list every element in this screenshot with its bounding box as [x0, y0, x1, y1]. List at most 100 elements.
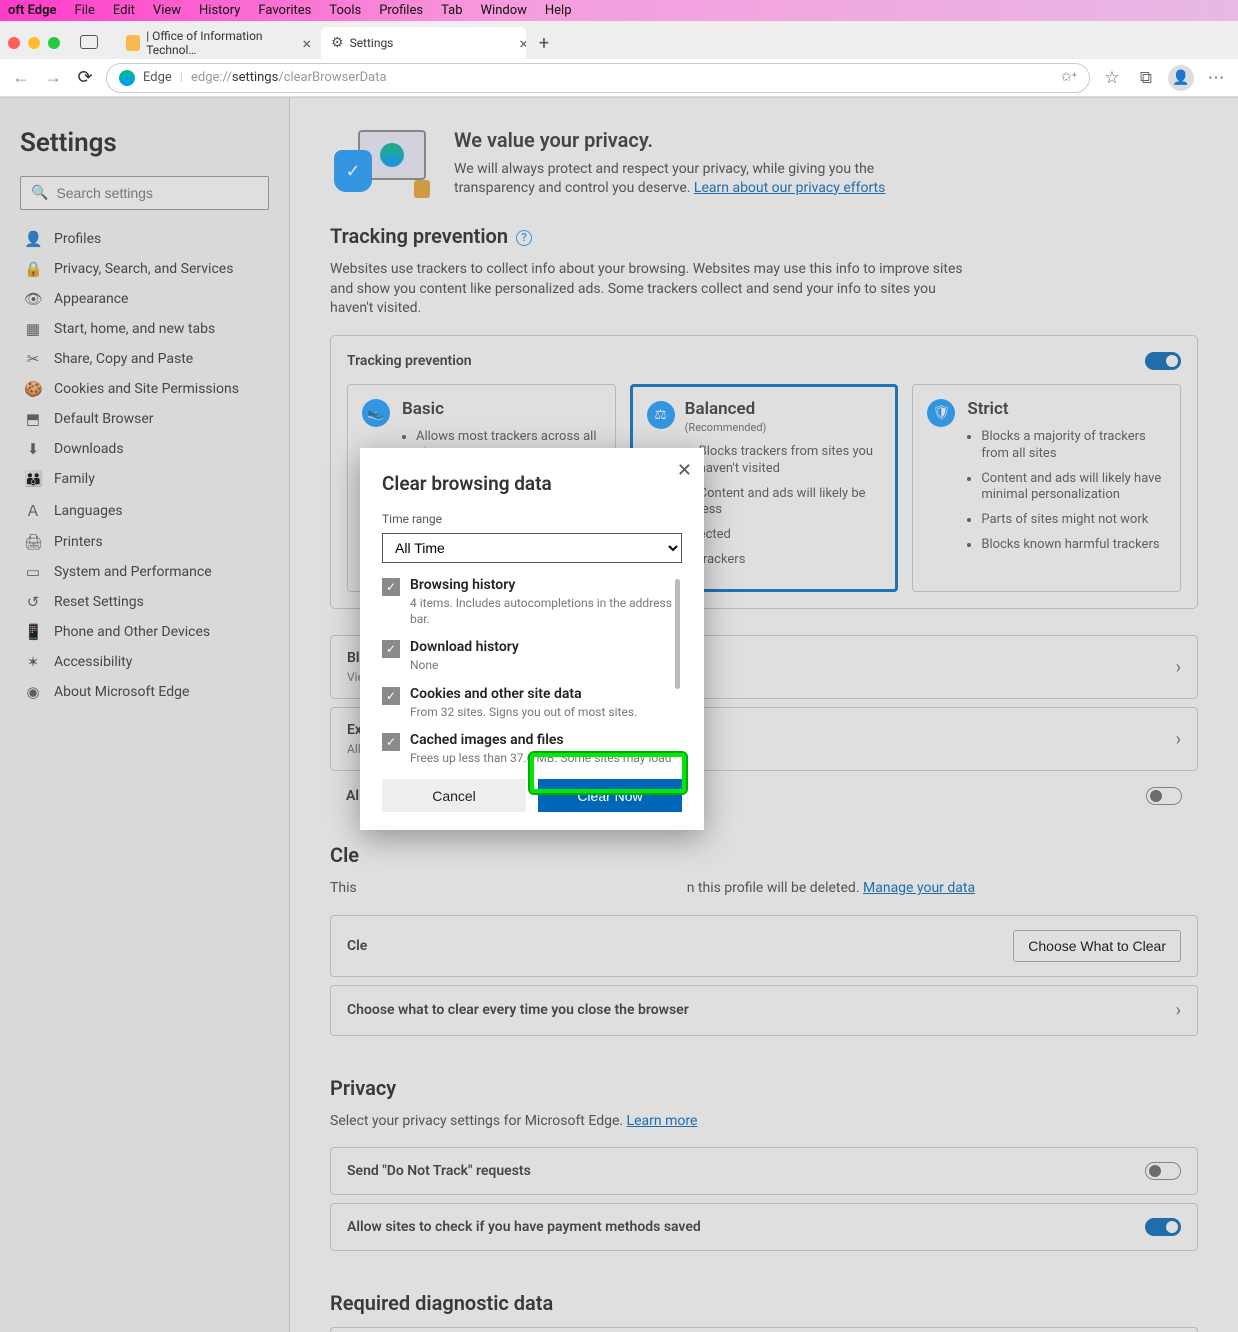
- clear-item-0[interactable]: ✓Browsing history4 items. Includes autoc…: [382, 577, 672, 627]
- dialog-close-icon[interactable]: ✕: [677, 460, 692, 481]
- dnt-toggle[interactable]: [1145, 1162, 1181, 1180]
- checkbox-icon[interactable]: ✓: [382, 578, 400, 596]
- sidebar-item-7[interactable]: ⬇Downloads: [20, 434, 269, 464]
- manage-data-link[interactable]: Manage your data: [863, 880, 975, 896]
- favorites-icon[interactable]: ☆: [1100, 68, 1124, 88]
- privacy-desc: Select your privacy settings for Microso…: [330, 1112, 980, 1132]
- privacy-learn-link[interactable]: Learn more: [627, 1113, 698, 1129]
- tab-title: Settings: [350, 36, 394, 50]
- profile-avatar[interactable]: 👤: [1168, 65, 1194, 91]
- menu-window[interactable]: Window: [481, 3, 527, 18]
- page: Settings 🔍 👤Profiles🔒Privacy, Search, an…: [0, 98, 1238, 1332]
- sidebar-title: Settings: [20, 128, 269, 158]
- tp-toggle[interactable]: [1145, 352, 1181, 370]
- clear-heading: Cle: [330, 843, 1198, 867]
- new-tab-button[interactable]: +: [530, 29, 558, 57]
- tab-close-icon[interactable]: ×: [519, 34, 526, 53]
- always-strict-toggle[interactable]: [1146, 787, 1182, 805]
- sidebar-label: Share, Copy and Paste: [54, 351, 193, 367]
- clear-item-3[interactable]: ✓Cached images and filesFrees up less th…: [382, 732, 672, 767]
- hero-art-icon: ✓: [334, 128, 430, 198]
- menu-view[interactable]: View: [153, 3, 181, 18]
- cancel-button[interactable]: Cancel: [382, 779, 526, 812]
- settings-sidebar: Settings 🔍 👤Profiles🔒Privacy, Search, an…: [0, 98, 290, 1332]
- tp-card-strict[interactable]: 🛡StrictBlocks a majority of trackers fro…: [912, 384, 1181, 592]
- menu-file[interactable]: File: [75, 3, 95, 18]
- search-input[interactable]: [56, 185, 258, 201]
- sidebar-item-3[interactable]: ▦Start, home, and new tabs: [20, 314, 269, 344]
- dialog-title: Clear browsing data: [382, 472, 682, 495]
- tracking-heading: Tracking prevention?: [330, 224, 1198, 248]
- checkbox-icon[interactable]: ✓: [382, 640, 400, 658]
- sidebar-item-15[interactable]: ◉About Microsoft Edge: [20, 677, 269, 707]
- sidebar-item-2[interactable]: 👁Appearance: [20, 284, 269, 314]
- time-range-label: Time range: [382, 512, 442, 526]
- tab-actions-icon[interactable]: [80, 35, 98, 49]
- chevron-right-icon: ›: [1176, 1000, 1181, 1021]
- sidebar-item-8[interactable]: 👪Family: [20, 464, 269, 494]
- menu-tools[interactable]: Tools: [329, 3, 361, 18]
- tracking-desc: Websites use trackers to collect info ab…: [330, 260, 980, 319]
- clear-data-dialog: ✕ Clear browsing data Time range All Tim…: [360, 448, 704, 830]
- sidebar-item-13[interactable]: 📱Phone and Other Devices: [20, 617, 269, 647]
- payment-row: Allow sites to check if you have payment…: [330, 1203, 1198, 1251]
- sidebar-label: Languages: [54, 503, 123, 519]
- back-button[interactable]: ←: [10, 67, 32, 88]
- sidebar-item-5[interactable]: 🍪Cookies and Site Permissions: [20, 374, 269, 404]
- sidebar-item-11[interactable]: ▭System and Performance: [20, 557, 269, 587]
- menu-tab[interactable]: Tab: [441, 3, 462, 18]
- sidebar-search[interactable]: 🔍: [20, 176, 269, 210]
- time-range-select[interactable]: All Time: [382, 533, 682, 563]
- window-min-icon[interactable]: [28, 37, 40, 49]
- sidebar-icon: 🔒: [24, 260, 42, 278]
- reload-button[interactable]: ⟳: [74, 67, 96, 88]
- clear-desc: Thisn this profile will be deleted. Mana…: [330, 879, 1198, 899]
- clear-item-1[interactable]: ✓Download historyNone: [382, 639, 672, 674]
- sidebar-item-14[interactable]: ✶Accessibility: [20, 647, 269, 677]
- clear-now-button[interactable]: Clear Now: [538, 779, 682, 812]
- checkbox-icon[interactable]: ✓: [382, 733, 400, 751]
- sidebar-item-1[interactable]: 🔒Privacy, Search, and Services: [20, 254, 269, 284]
- info-icon[interactable]: ?: [516, 230, 532, 246]
- forward-button[interactable]: →: [42, 67, 64, 88]
- sidebar-label: Default Browser: [54, 411, 154, 427]
- tab-title: | Office of Information Technol…: [146, 29, 296, 57]
- menu-profiles[interactable]: Profiles: [379, 3, 423, 18]
- window-max-icon[interactable]: [48, 37, 60, 49]
- sidebar-icon: ⬒: [24, 410, 42, 428]
- sidebar-item-9[interactable]: ＡLanguages: [20, 494, 269, 527]
- sidebar-label: Appearance: [54, 291, 128, 307]
- hero-link[interactable]: Learn about our privacy efforts: [694, 180, 885, 196]
- sidebar-item-4[interactable]: ✂Share, Copy and Paste: [20, 344, 269, 374]
- clear-item-2[interactable]: ✓Cookies and other site dataFrom 32 site…: [382, 686, 672, 721]
- bookmark-add-icon[interactable]: ✩⁺: [1061, 70, 1077, 85]
- menu-help[interactable]: Help: [545, 3, 572, 18]
- menu-favorites[interactable]: Favorites: [258, 3, 311, 18]
- privacy-hero: ✓ We value your privacy. We will always …: [334, 128, 1198, 198]
- sidebar-item-10[interactable]: 🖨Printers: [20, 527, 269, 557]
- payment-toggle[interactable]: [1145, 1218, 1181, 1236]
- tab-inactive[interactable]: | Office of Information Technol… ×: [116, 27, 321, 59]
- collections-icon[interactable]: ⧉: [1134, 68, 1158, 88]
- tab-close-icon[interactable]: ×: [302, 34, 311, 53]
- sidebar-item-0[interactable]: 👤Profiles: [20, 224, 269, 254]
- window-close-icon[interactable]: [8, 37, 20, 49]
- more-icon[interactable]: ⋯: [1204, 68, 1228, 88]
- chevron-right-icon: ›: [1176, 657, 1181, 678]
- url-app: Edge: [143, 70, 172, 85]
- checkbox-icon[interactable]: ✓: [382, 687, 400, 705]
- sidebar-icon: ◉: [24, 683, 42, 701]
- choose-what-to-clear-button[interactable]: Choose What to Clear: [1013, 930, 1181, 962]
- clear-now-row: Cle Choose What to Clear: [330, 915, 1198, 977]
- edge-icon: [119, 70, 135, 86]
- clear-on-close-row[interactable]: Choose what to clear every time you clos…: [330, 985, 1198, 1036]
- menu-appname[interactable]: oft Edge: [8, 3, 57, 18]
- tab-active[interactable]: ⚙ Settings ×: [321, 27, 526, 59]
- sidebar-item-6[interactable]: ⬒ Default Browser: [20, 404, 269, 434]
- address-bar[interactable]: Edge | edge://settings/clearBrowserData …: [106, 63, 1090, 93]
- sidebar-item-12[interactable]: ↺Reset Settings: [20, 587, 269, 617]
- sidebar-label: Accessibility: [54, 654, 132, 670]
- sidebar-label: Cookies and Site Permissions: [54, 381, 239, 397]
- menu-history[interactable]: History: [199, 3, 240, 18]
- menu-edit[interactable]: Edit: [113, 3, 135, 18]
